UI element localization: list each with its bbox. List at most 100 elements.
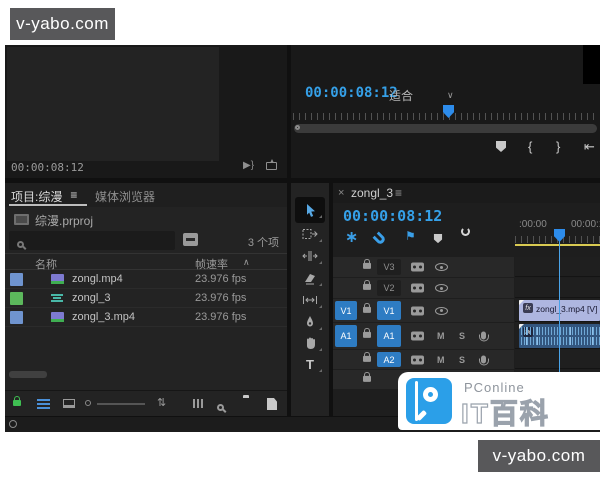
- eye-icon[interactable]: [435, 284, 448, 292]
- target-track-v1[interactable]: V1: [377, 301, 401, 320]
- add-marker-icon[interactable]: [433, 233, 443, 244]
- panel-menu-icon[interactable]: ≡: [70, 188, 77, 205]
- zoom-slider-knob[interactable]: [85, 400, 91, 406]
- sort-icon[interactable]: ⇅: [157, 396, 166, 409]
- video-clip-icon: [51, 312, 64, 322]
- track-select-forward-tool[interactable]: [291, 223, 329, 245]
- voiceover-mic-icon[interactable]: [478, 355, 489, 366]
- source-patch-v1[interactable]: V1: [335, 301, 357, 320]
- solo-button[interactable]: S: [459, 355, 465, 365]
- chevron-down-icon: ∨: [447, 90, 454, 100]
- lock-icon[interactable]: [363, 325, 371, 343]
- sync-lock-icon[interactable]: [411, 331, 424, 341]
- mark-in-icon[interactable]: {: [528, 139, 532, 154]
- program-video-corner: [583, 45, 600, 84]
- track-v2-lane[interactable]: [515, 278, 600, 298]
- tab-media-browser[interactable]: 媒体浏览器: [95, 188, 155, 205]
- label-color-chip[interactable]: [10, 292, 23, 305]
- program-time-ruler[interactable]: [293, 105, 598, 121]
- new-item-icon[interactable]: [267, 398, 277, 410]
- program-monitor-panel: 00:00:08:12 适合 ∨ { } ⇤: [291, 45, 600, 178]
- lock-icon[interactable]: [363, 368, 371, 386]
- selection-tool[interactable]: [291, 199, 329, 221]
- project-file-name: 综漫.prproj: [35, 214, 94, 228]
- eye-icon[interactable]: [435, 263, 448, 271]
- sort-asc-icon[interactable]: ∧: [243, 257, 250, 268]
- item-name: zongl_3.mp4: [72, 311, 135, 323]
- list-view-icon[interactable]: [37, 398, 50, 409]
- sync-lock-icon[interactable]: [411, 306, 424, 315]
- label-color-chip[interactable]: [10, 311, 23, 324]
- track-a2-lane[interactable]: [515, 350, 600, 369]
- mark-out-icon[interactable]: }: [556, 139, 560, 154]
- pconline-logo: PConline IT百科: [398, 372, 600, 430]
- project-panel: 项目:综漫 ≡ 媒体浏览器 综漫.prproj 3 个项 名称 帧速率 ∧ zo…: [5, 183, 287, 416]
- ripple-edit-tool[interactable]: [291, 245, 329, 267]
- track-a1-header: A1 A1 M S: [333, 323, 514, 349]
- target-track-a1[interactable]: A1: [377, 325, 401, 347]
- mute-button[interactable]: M: [437, 355, 445, 365]
- razor-tool[interactable]: [291, 267, 329, 289]
- export-frame-icon[interactable]: [266, 159, 278, 170]
- table-row[interactable]: zongl_3.mp4 23.976 fps: [5, 308, 287, 327]
- eye-icon[interactable]: [435, 306, 448, 315]
- lock-icon[interactable]: [363, 299, 371, 317]
- horizontal-scrollbar[interactable]: [9, 371, 47, 378]
- lock-icon[interactable]: [363, 256, 371, 274]
- solo-button[interactable]: S: [459, 331, 465, 341]
- track-v3-lane[interactable]: [515, 257, 600, 277]
- sync-lock-icon[interactable]: [411, 355, 424, 364]
- table-row[interactable]: zongl.mp4 23.976 fps: [5, 270, 287, 289]
- ruler-label-next: 00:00:1: [571, 219, 600, 230]
- zoom-level-value: 适合: [389, 89, 414, 103]
- add-marker-icon[interactable]: [496, 141, 506, 152]
- linked-selection-icon[interactable]: ⚑: [405, 229, 416, 243]
- sync-status-icon[interactable]: [9, 420, 17, 428]
- timeline-timecode[interactable]: 00:00:08:12: [343, 207, 442, 225]
- item-framerate: 23.976 fps: [195, 311, 247, 323]
- program-timecode[interactable]: 00:00:08:12: [305, 85, 398, 101]
- table-row[interactable]: zongl_3 23.976 fps: [5, 289, 287, 308]
- filter-bin-icon[interactable]: [183, 233, 198, 246]
- lock-icon[interactable]: [363, 348, 371, 366]
- voiceover-mic-icon[interactable]: [478, 331, 489, 342]
- hand-tool[interactable]: [291, 332, 329, 354]
- pen-tool[interactable]: [291, 311, 329, 333]
- nest-sequence-icon[interactable]: ∗: [345, 227, 358, 247]
- watermark-top: v-yabo.com: [10, 8, 115, 40]
- zoom-slider-track[interactable]: [97, 403, 145, 405]
- sync-lock-icon[interactable]: [411, 262, 424, 272]
- track-v3-header: V3: [333, 257, 514, 277]
- source-monitor-panel: 00:00:08:12 ▶}: [5, 45, 287, 178]
- lock-icon[interactable]: [363, 277, 371, 295]
- scrollbar-knob[interactable]: [295, 125, 300, 130]
- icon-view-icon[interactable]: [63, 399, 75, 408]
- zoom-level-select[interactable]: 适合 ∨: [389, 87, 454, 104]
- target-track-a2[interactable]: A2: [377, 352, 401, 367]
- source-timecode[interactable]: 00:00:08:12: [11, 161, 84, 174]
- timeline-tab-label[interactable]: zongl_3: [351, 186, 393, 200]
- project-tab-bar: 项目:综漫 ≡ 媒体浏览器: [5, 183, 287, 207]
- tab-project[interactable]: 项目:综漫 ≡: [11, 188, 77, 205]
- program-zoom-scrollbar[interactable]: [294, 124, 597, 133]
- project-writable-icon[interactable]: [13, 396, 21, 406]
- panel-menu-icon[interactable]: ≡: [395, 186, 402, 200]
- play-in-to-out-icon[interactable]: ▶}: [243, 160, 254, 171]
- type-tool[interactable]: T: [291, 353, 329, 375]
- source-patch-a1[interactable]: A1: [335, 325, 357, 347]
- mute-button[interactable]: M: [437, 331, 445, 341]
- sync-lock-icon[interactable]: [411, 283, 424, 293]
- item-name: zongl_3: [72, 292, 111, 304]
- target-track-v2[interactable]: V2: [377, 280, 401, 296]
- tab-project-label: 项目:综漫: [11, 190, 63, 204]
- go-to-in-icon[interactable]: ⇤: [584, 139, 595, 155]
- snap-icon[interactable]: [372, 231, 387, 246]
- video-clip-icon: [51, 274, 64, 284]
- target-track-v3[interactable]: V3: [377, 259, 401, 275]
- label-color-chip[interactable]: [10, 273, 23, 286]
- slip-tool[interactable]: [291, 289, 329, 311]
- close-icon[interactable]: ×: [338, 187, 344, 199]
- find-icon[interactable]: [217, 404, 224, 411]
- automate-to-sequence-icon[interactable]: [193, 399, 205, 408]
- search-input[interactable]: [9, 231, 175, 250]
